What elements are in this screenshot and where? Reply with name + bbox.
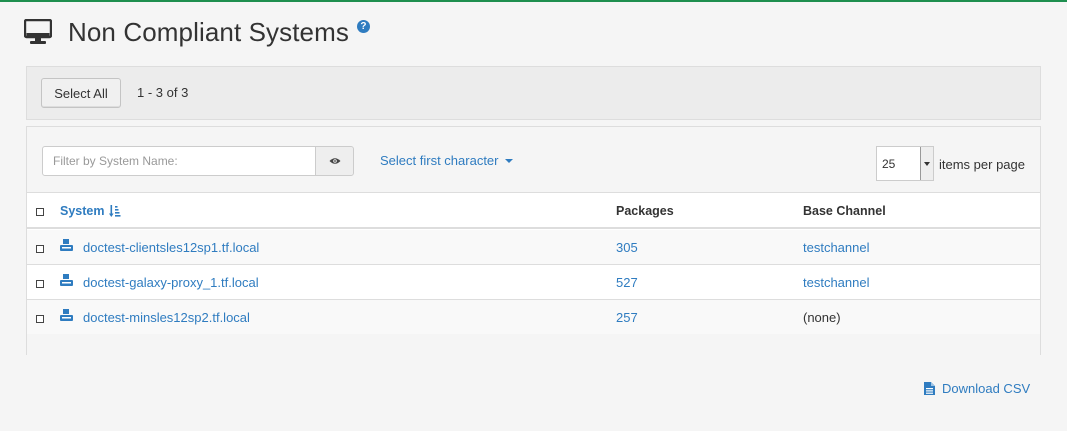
select-all-checkbox[interactable] — [36, 208, 44, 216]
systems-table-panel: Select first character 25 items per page… — [26, 126, 1041, 355]
row-checkbox[interactable] — [36, 245, 44, 253]
packages-count-link[interactable]: 257 — [616, 310, 638, 325]
system-icon — [60, 309, 73, 321]
row-checkbox[interactable] — [36, 315, 44, 323]
csv-file-icon — [924, 382, 935, 395]
selection-toolbar: Select All 1 - 3 of 3 — [26, 66, 1041, 120]
packages-count-link[interactable]: 527 — [616, 275, 638, 290]
column-header-base-channel: Base Channel — [803, 204, 886, 218]
table-header-row: System Packages Base Channel — [27, 193, 1040, 229]
packages-count-link[interactable]: 305 — [616, 240, 638, 255]
download-csv-link[interactable]: Download CSV — [924, 381, 1030, 396]
select-first-character-dropdown[interactable]: Select first character — [380, 153, 513, 168]
system-icon — [60, 274, 73, 286]
caret-down-icon — [504, 158, 513, 163]
select-all-button[interactable]: Select All — [41, 78, 121, 108]
pagination-range: 1 - 3 of 3 — [137, 85, 189, 100]
items-per-page-select[interactable]: 25 — [876, 146, 934, 181]
monitor-icon — [24, 19, 52, 44]
help-icon[interactable]: ? — [356, 19, 370, 33]
system-name-link[interactable]: doctest-clientsles12sp1.tf.local — [83, 240, 259, 255]
base-channel-link[interactable]: testchannel — [803, 240, 870, 255]
column-header-packages: Packages — [616, 204, 674, 218]
base-channel-value: (none) — [803, 310, 841, 325]
download-csv-label: Download CSV — [942, 381, 1031, 396]
eye-icon — [329, 158, 340, 164]
table-row: doctest-clientsles12sp1.tf.local 305 tes… — [27, 230, 1040, 265]
column-header-system-label: System — [60, 204, 105, 218]
row-checkbox[interactable] — [36, 280, 44, 288]
page-title: Non Compliant Systems — [68, 16, 349, 47]
filter-apply-button[interactable] — [315, 146, 354, 176]
top-accent-line — [0, 0, 1067, 2]
page-header: Non Compliant Systems ? — [24, 14, 370, 50]
system-name-link[interactable]: doctest-minsles12sp2.tf.local — [83, 310, 250, 325]
system-icon — [60, 239, 73, 251]
filter-system-name-input[interactable] — [42, 146, 316, 176]
base-channel-link[interactable]: testchannel — [803, 275, 870, 290]
table-controls: Select first character 25 items per page — [27, 127, 1040, 193]
items-per-page-label: items per page — [939, 157, 1025, 172]
system-name-link[interactable]: doctest-galaxy-proxy_1.tf.local — [83, 275, 259, 290]
table-row: doctest-minsles12sp2.tf.local 257 (none) — [27, 300, 1040, 335]
items-per-page-value: 25 — [882, 157, 896, 171]
table-row: doctest-galaxy-proxy_1.tf.local 527 test… — [27, 265, 1040, 300]
chevron-down-icon — [920, 147, 933, 180]
column-header-system[interactable]: System — [60, 204, 121, 218]
sort-ascending-icon — [109, 205, 121, 217]
table-footer — [27, 334, 1040, 355]
select-first-character-label: Select first character — [380, 153, 499, 168]
